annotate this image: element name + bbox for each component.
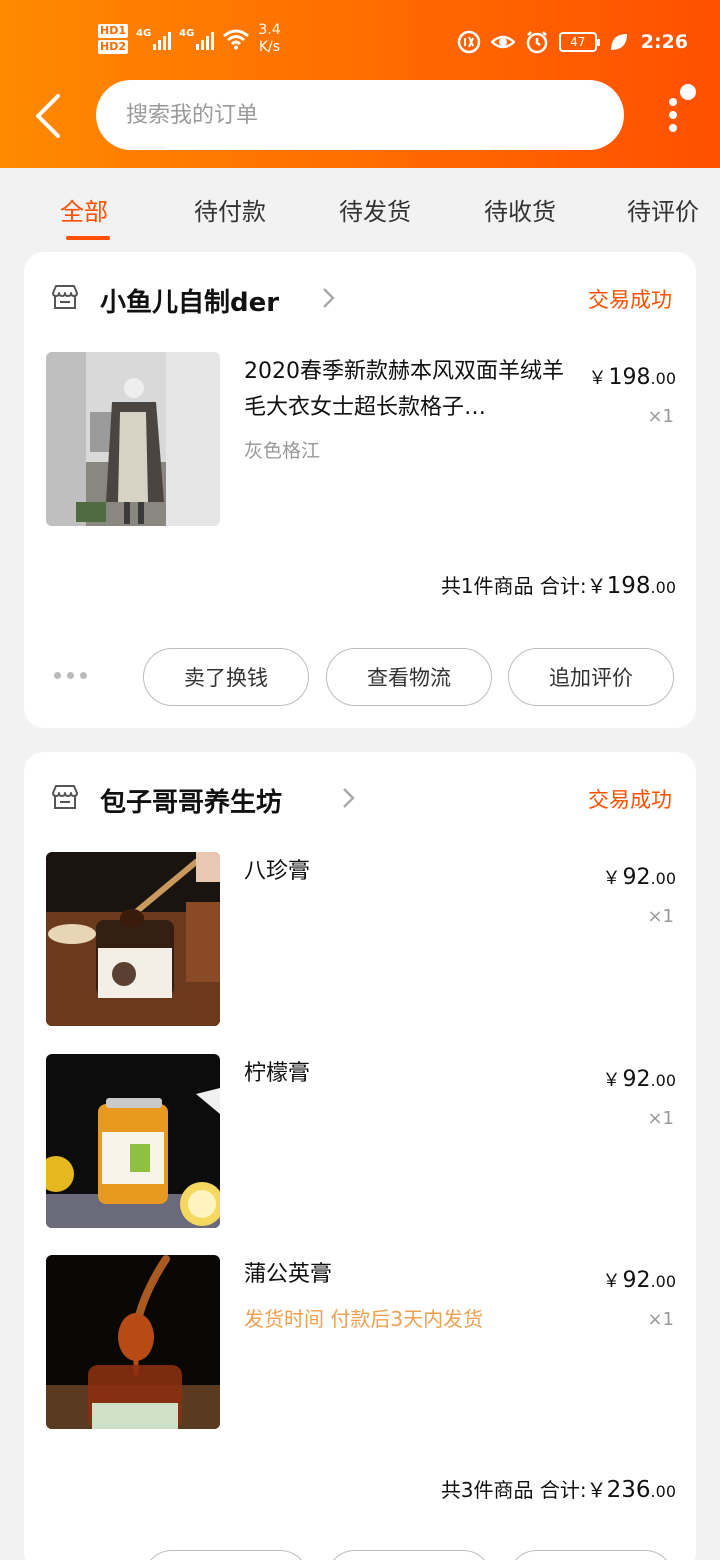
more-menu-icon[interactable] bbox=[660, 84, 696, 136]
signal-icon-1: 4G bbox=[136, 28, 172, 50]
product-thumbnail[interactable] bbox=[46, 852, 220, 1026]
order-item[interactable]: 八珍膏 ￥92.00 ×1 bbox=[24, 852, 696, 1026]
product-title[interactable]: 蒲公英膏 bbox=[244, 1257, 584, 1293]
product-price: ￥92.00 bbox=[602, 865, 676, 890]
product-price: ￥198.00 bbox=[588, 365, 676, 390]
chevron-right-icon bbox=[343, 788, 355, 808]
shop-header[interactable]: 包子哥哥养生坊 交易成功 bbox=[24, 780, 696, 820]
signal-icon-2: 4G bbox=[179, 28, 215, 50]
app-header: HD1 HD2 4G 4G 3.4 K/s 47 2:26 搜索我的订单 bbox=[0, 0, 720, 168]
tab-pending-review[interactable]: 待评价 bbox=[627, 192, 699, 227]
active-tab-indicator bbox=[66, 236, 110, 240]
leaf-icon bbox=[610, 34, 627, 50]
back-arrow-icon[interactable] bbox=[30, 92, 70, 142]
shop-name[interactable]: 小鱼儿自制der bbox=[100, 282, 279, 319]
order-item[interactable]: 蒲公英膏 发货时间 付款后3天内发货 ￥92.00 ×1 bbox=[24, 1255, 696, 1429]
order-status: 交易成功 bbox=[588, 788, 672, 812]
shipping-note: 发货时间 付款后3天内发货 bbox=[244, 1307, 484, 1331]
product-thumbnail[interactable] bbox=[46, 1054, 220, 1228]
more-options-icon[interactable] bbox=[54, 672, 87, 679]
action-button[interactable] bbox=[326, 1550, 492, 1560]
battery-icon: 47 bbox=[558, 32, 600, 52]
resell-button[interactable]: 卖了换钱 bbox=[143, 648, 309, 706]
eye-comfort-icon bbox=[490, 35, 515, 49]
hd-badge-2: HD2 bbox=[98, 40, 128, 54]
order-card: 小鱼儿自制der 交易成功 2020春季新款赫本风双面羊绒羊毛大衣女士超长款格子… bbox=[24, 252, 696, 728]
search-input[interactable] bbox=[96, 80, 624, 150]
product-sku: 灰色格江 bbox=[244, 440, 321, 462]
product-title[interactable]: 柠檬膏 bbox=[244, 1056, 584, 1092]
product-price: ￥92.00 bbox=[602, 1067, 676, 1092]
order-card: 包子哥哥养生坊 交易成功 八珍膏 ￥92.00 ×1 柠檬膏 ￥92.00 ×1… bbox=[24, 752, 696, 1560]
product-quantity: ×1 bbox=[647, 406, 674, 427]
network-speed: 3.4 K/s bbox=[258, 22, 281, 55]
alarm-icon bbox=[526, 31, 547, 54]
order-item[interactable]: 2020春季新款赫本风双面羊绒羊毛大衣女士超长款格子… 灰色格江 ￥198.00… bbox=[24, 352, 696, 526]
order-actions: 卖了换钱 查看物流 追加评价 bbox=[24, 648, 696, 706]
chevron-right-icon bbox=[323, 288, 335, 308]
action-button[interactable] bbox=[508, 1550, 674, 1560]
product-quantity: ×1 bbox=[647, 1108, 674, 1129]
product-title[interactable]: 八珍膏 bbox=[244, 854, 584, 890]
order-item[interactable]: 柠檬膏 ￥92.00 ×1 bbox=[24, 1054, 696, 1228]
store-icon bbox=[52, 285, 78, 309]
clock: 2:26 bbox=[640, 31, 688, 53]
product-thumbnail[interactable] bbox=[46, 352, 220, 526]
status-bar: HD1 HD2 4G 4G 3.4 K/s 47 2:26 bbox=[0, 22, 720, 68]
tab-pending-shipment[interactable]: 待发货 bbox=[339, 192, 411, 227]
product-quantity: ×1 bbox=[647, 1309, 674, 1330]
product-title[interactable]: 2020春季新款赫本风双面羊绒羊毛大衣女士超长款格子… bbox=[244, 354, 584, 426]
wifi-icon bbox=[223, 29, 250, 50]
product-quantity: ×1 bbox=[647, 906, 674, 927]
tab-pending-receipt[interactable]: 待收货 bbox=[484, 192, 556, 227]
add-review-button[interactable]: 追加评价 bbox=[508, 648, 674, 706]
search-bar[interactable] bbox=[96, 80, 624, 150]
view-logistics-button[interactable]: 查看物流 bbox=[326, 648, 492, 706]
order-actions bbox=[24, 1550, 696, 1560]
action-button[interactable] bbox=[143, 1550, 309, 1560]
hd-badge-1: HD1 bbox=[98, 24, 128, 38]
shop-name[interactable]: 包子哥哥养生坊 bbox=[100, 782, 282, 819]
tab-all[interactable]: 全部 bbox=[60, 192, 108, 227]
store-icon bbox=[52, 785, 78, 809]
order-summary: 共3件商品 合计:￥236.00 bbox=[440, 1477, 676, 1503]
product-price: ￥92.00 bbox=[602, 1268, 676, 1293]
data-saver-icon bbox=[457, 30, 480, 54]
product-thumbnail[interactable] bbox=[46, 1255, 220, 1429]
tab-pending-payment[interactable]: 待付款 bbox=[194, 192, 266, 227]
shop-header[interactable]: 小鱼儿自制der 交易成功 bbox=[24, 280, 696, 320]
order-status: 交易成功 bbox=[588, 288, 672, 312]
order-summary: 共1件商品 合计:￥198.00 bbox=[440, 573, 676, 599]
order-tabs: 全部 待付款 待发货 待收货 待评价 bbox=[0, 170, 720, 250]
